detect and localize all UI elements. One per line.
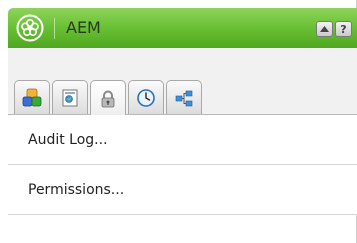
tab-components[interactable] [14, 80, 50, 114]
aem-flower-logo-icon [16, 14, 44, 42]
components-icon [22, 88, 42, 106]
page-icon [62, 89, 78, 106]
tab-page[interactable] [52, 80, 88, 114]
permissions-item[interactable]: Permissions... [8, 165, 357, 215]
tab-workflow[interactable] [166, 80, 202, 114]
sidekick-header: AEM ? [8, 8, 357, 49]
collapse-up-icon [320, 26, 329, 32]
help-button[interactable]: ? [335, 21, 352, 37]
collapse-button[interactable] [316, 21, 333, 37]
sidekick-panel: AEM ? Audit Log... Permissions... [0, 0, 357, 243]
lock-icon [101, 90, 115, 107]
panel-title: AEM [66, 18, 101, 37]
tab-lock[interactable] [90, 80, 126, 116]
clock-icon [137, 88, 155, 107]
permissions-label: Permissions... [28, 181, 125, 198]
sidekick-menu: Audit Log... Permissions... [8, 115, 357, 215]
help-label: ? [340, 22, 347, 36]
workflow-icon [175, 90, 193, 106]
tab-versioning[interactable] [128, 80, 164, 114]
audit-log-item[interactable]: Audit Log... [8, 115, 357, 165]
audit-log-label: Audit Log... [28, 131, 108, 148]
header-divider [54, 18, 55, 39]
